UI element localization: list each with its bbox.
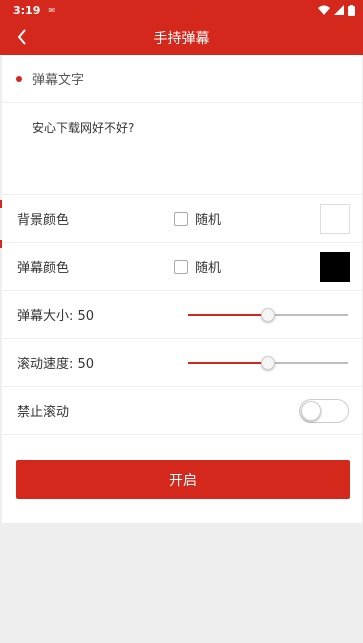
- slider-thumb[interactable]: [261, 307, 275, 322]
- stop-scroll-row: 禁止滚动: [2, 387, 362, 435]
- checkbox-icon: [174, 211, 188, 226]
- bg-color-swatch[interactable]: [320, 203, 350, 234]
- danmaku-color-label: 弹幕颜色: [17, 261, 70, 276]
- title-bar: 手持弹幕: [0, 20, 363, 55]
- bullet-dot-icon: [16, 75, 22, 82]
- back-button[interactable]: [10, 24, 34, 50]
- signal-icon: [334, 5, 344, 15]
- mail-icon: ✉: [48, 5, 56, 15]
- speed-slider[interactable]: [188, 353, 348, 373]
- toggle-knob: [301, 400, 321, 421]
- bg-color-row: 背景颜色 随机: [2, 195, 362, 243]
- section-title: 弹幕文字: [32, 73, 85, 88]
- bg-random-label: 随机: [195, 213, 222, 228]
- slider-fill: [188, 361, 268, 364]
- size-row: 弹幕大小: 50: [2, 291, 362, 339]
- size-label: 弹幕大小: 50: [17, 309, 95, 324]
- speed-row: 滚动速度: 50: [2, 339, 362, 387]
- checkbox-icon: [174, 259, 188, 274]
- page-title: 手持弹幕: [153, 30, 210, 47]
- section-header: 弹幕文字: [2, 55, 362, 103]
- stop-scroll-label: 禁止滚动: [17, 405, 70, 420]
- danmaku-color-row: 弹幕颜色 随机: [2, 243, 362, 291]
- bg-random-checkbox[interactable]: 随机: [174, 209, 221, 228]
- danmaku-color-swatch[interactable]: [320, 251, 350, 282]
- chevron-left-icon: [17, 29, 26, 45]
- wifi-icon: [318, 5, 330, 15]
- status-bar: 3:19 ✉: [0, 0, 363, 20]
- danmaku-text-input[interactable]: 安心下载网好不好?: [2, 103, 362, 195]
- speed-label: 滚动速度: 50: [17, 357, 95, 372]
- slider-thumb[interactable]: [261, 355, 275, 370]
- status-icons: [318, 4, 355, 16]
- start-button[interactable]: 开启: [16, 460, 350, 499]
- danmaku-random-checkbox[interactable]: 随机: [174, 257, 221, 276]
- settings-panel: 弹幕文字 安心下载网好不好? 背景颜色 随机 弹幕颜色 随机 弹幕大小: 50 …: [2, 55, 362, 523]
- bg-color-label: 背景颜色: [17, 213, 70, 228]
- size-slider[interactable]: [188, 305, 348, 325]
- battery-icon: [348, 4, 355, 16]
- status-time: 3:19: [13, 3, 41, 17]
- danmaku-random-label: 随机: [195, 261, 222, 276]
- stop-scroll-toggle[interactable]: [299, 398, 349, 423]
- slider-fill: [188, 313, 268, 316]
